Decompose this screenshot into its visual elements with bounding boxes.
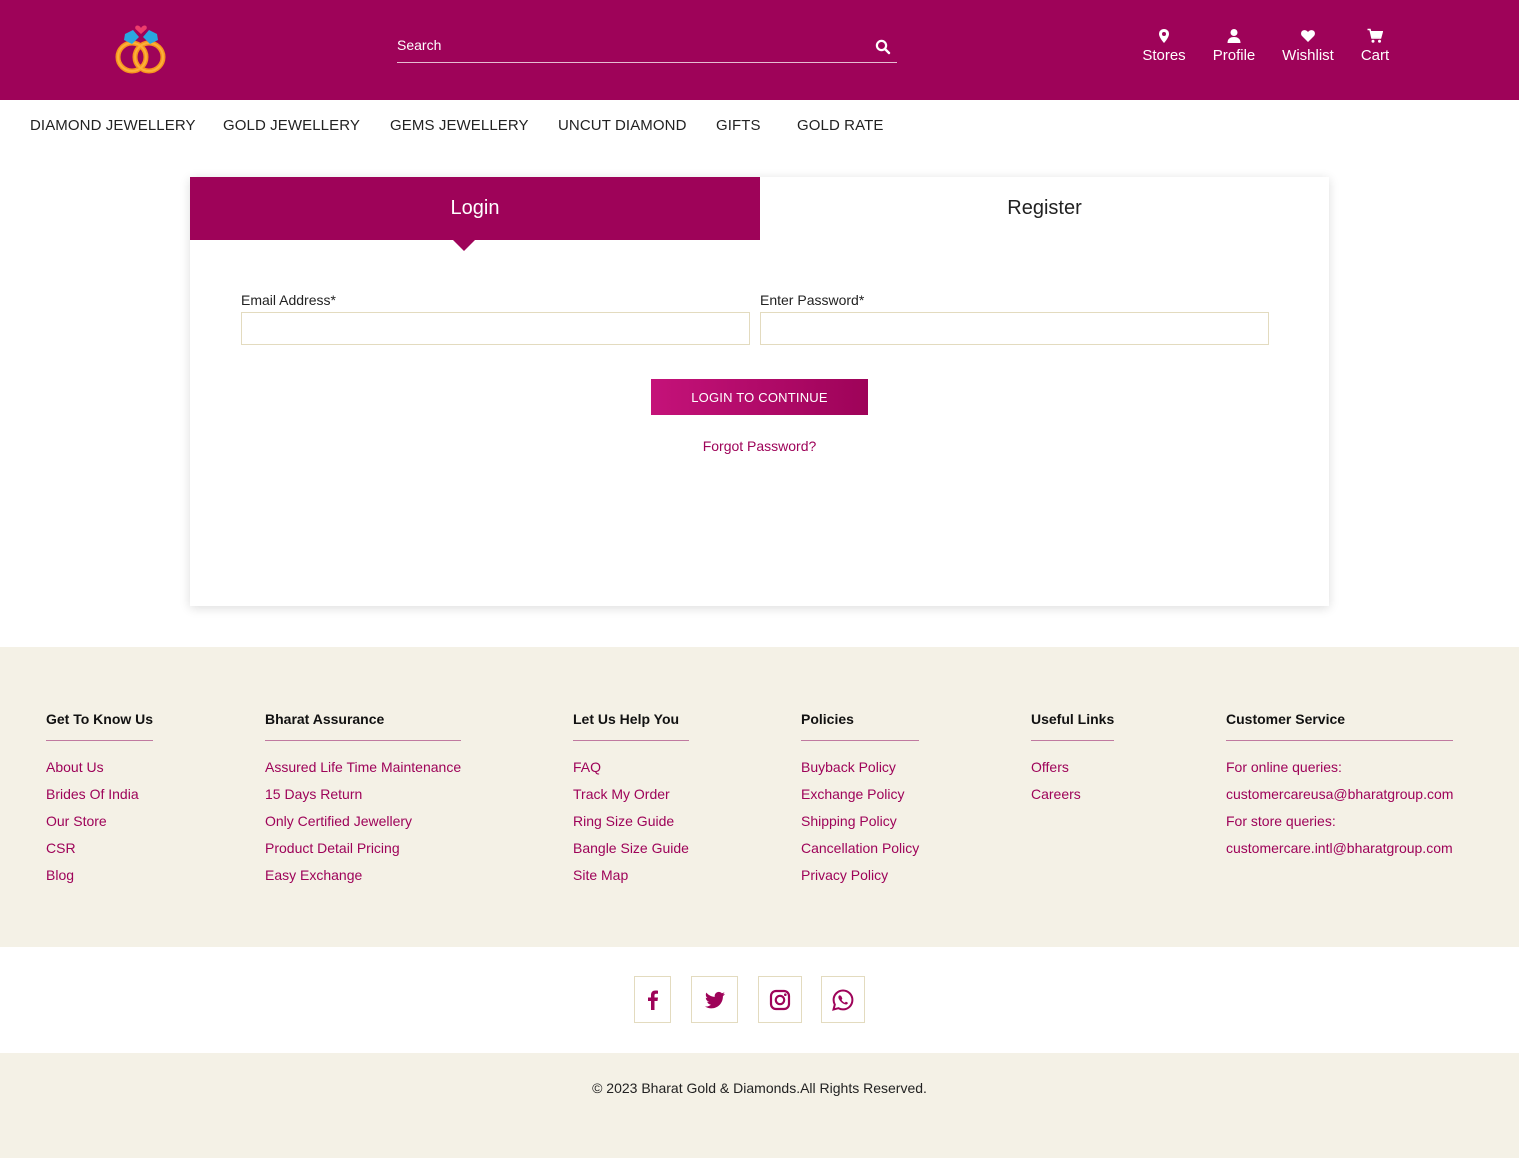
footer-col-customer-service: Customer Service For online queries: cus… [1226, 711, 1453, 862]
footer-col-bharat-assurance: Bharat Assurance Assured Life Time Maint… [265, 711, 461, 889]
nav-item-diamond-jewellery[interactable]: DIAMOND JEWELLERY [30, 117, 196, 134]
footer-link-15-days-return[interactable]: 15 Days Return [265, 781, 461, 808]
password-field[interactable] [760, 312, 1269, 345]
tab-login[interactable]: Login [190, 177, 760, 240]
instagram-button[interactable] [758, 976, 802, 1023]
tab-register[interactable]: Register [760, 177, 1329, 240]
nav-item-gems-jewellery[interactable]: GEMS JEWELLERY [390, 117, 529, 134]
search-input[interactable] [397, 34, 857, 56]
footer-col-policies: Policies Buyback Policy Exchange Policy … [801, 711, 919, 889]
brand-logo-rings-icon[interactable] [112, 22, 170, 78]
profile-label: Profile [1212, 47, 1256, 64]
footer-link-bangle-size-guide[interactable]: Bangle Size Guide [573, 835, 689, 862]
email-label: Email Address* [241, 292, 336, 308]
forgot-password-link: Forgot Password? [190, 438, 1329, 454]
footer-link-our-store[interactable]: Our Store [46, 808, 153, 835]
footer-link-buyback-policy[interactable]: Buyback Policy [801, 754, 919, 781]
footer-link-brides-of-india[interactable]: Brides Of India [46, 781, 153, 808]
footer-link-site-map[interactable]: Site Map [573, 862, 689, 889]
footer-col-useful-links: Useful Links Offers Careers [1031, 711, 1115, 808]
footer-link-shipping-policy[interactable]: Shipping Policy [801, 808, 919, 835]
site-footer: Get To Know Us About Us Brides Of India … [0, 647, 1519, 947]
nav-item-gold-rate[interactable]: GOLD RATE [797, 117, 883, 134]
footer-link-careers[interactable]: Careers [1031, 781, 1114, 808]
footer-link-ring-size-guide[interactable]: Ring Size Guide [573, 808, 689, 835]
profile-link[interactable]: Profile [1210, 28, 1258, 72]
footer-link-track-my-order[interactable]: Track My Order [573, 781, 689, 808]
footer-heading: Useful Links [1031, 711, 1115, 741]
search-icon[interactable] [875, 39, 891, 55]
cart-label: Cart [1360, 47, 1390, 64]
footer-link-product-detail-pricing[interactable]: Product Detail Pricing [265, 835, 461, 862]
whatsapp-icon [832, 988, 854, 1011]
wishlist-link[interactable]: Wishlist [1280, 28, 1336, 72]
footer-link-csr[interactable]: CSR [46, 835, 153, 862]
footer-link-lifetime-maintenance[interactable]: Assured Life Time Maintenance [265, 754, 461, 781]
nav-item-gifts[interactable]: GIFTS [716, 117, 761, 134]
footer-link-blog[interactable]: Blog [46, 862, 153, 889]
instagram-icon [769, 989, 791, 1010]
search-bar [397, 30, 897, 63]
footer-link-exchange-policy[interactable]: Exchange Policy [801, 781, 919, 808]
footer-heading: Bharat Assurance [265, 711, 461, 741]
facebook-icon [647, 990, 658, 1010]
cart-link[interactable]: Cart [1358, 28, 1392, 72]
site-header: Stores Profile Wishlist Cart [0, 0, 1519, 100]
stores-link[interactable]: Stores [1141, 28, 1187, 72]
footer-link-about-us[interactable]: About Us [46, 754, 153, 781]
footer-text-online-queries: For online queries: [1226, 759, 1342, 775]
map-pin-icon [1159, 29, 1169, 43]
auth-card: Login Register Email Address* Enter Pass… [190, 177, 1329, 606]
email-field[interactable] [241, 312, 750, 345]
copyright-text: © 2023 Bharat Gold & Diamonds.All Rights… [592, 1080, 927, 1096]
heart-icon [1301, 30, 1315, 42]
nav-item-gold-jewellery[interactable]: GOLD JEWELLERY [223, 117, 360, 134]
footer-link-faq[interactable]: FAQ [573, 754, 689, 781]
footer-heading: Policies [801, 711, 919, 741]
user-icon [1227, 29, 1241, 43]
footer-col-get-to-know-us: Get To Know Us About Us Brides Of India … [46, 711, 154, 889]
cart-icon [1367, 28, 1383, 43]
password-label: Enter Password* [760, 292, 865, 308]
footer-link-store-email[interactable]: customercare.intl@bharatgroup.com [1226, 835, 1453, 862]
footer-text-store-queries: For store queries: [1226, 813, 1336, 829]
active-tab-indicator [452, 239, 476, 251]
footer-link-online-email[interactable]: customercareusa@bharatgroup.com [1226, 781, 1453, 808]
twitter-icon [704, 991, 725, 1008]
stores-label: Stores [1142, 47, 1186, 64]
footer-link-offers[interactable]: Offers [1031, 754, 1114, 781]
forgot-password-label[interactable]: Forgot Password? [703, 438, 817, 454]
login-button[interactable]: LOGIN TO CONTINUE [651, 379, 868, 415]
main-nav: DIAMOND JEWELLERY GOLD JEWELLERY GEMS JE… [0, 100, 1519, 152]
facebook-button[interactable] [634, 976, 671, 1023]
footer-heading: Customer Service [1226, 711, 1453, 741]
footer-heading: Let Us Help You [573, 711, 689, 741]
footer-link-privacy-policy[interactable]: Privacy Policy [801, 862, 919, 889]
footer-col-let-us-help-you: Let Us Help You FAQ Track My Order Ring … [573, 711, 689, 889]
footer-link-certified-jewellery[interactable]: Only Certified Jewellery [265, 808, 461, 835]
twitter-button[interactable] [691, 976, 738, 1023]
copyright-bar: © 2023 Bharat Gold & Diamonds.All Rights… [0, 1053, 1519, 1158]
whatsapp-button[interactable] [821, 976, 865, 1023]
wishlist-label: Wishlist [1282, 47, 1334, 64]
footer-heading: Get To Know Us [46, 711, 154, 741]
footer-link-easy-exchange[interactable]: Easy Exchange [265, 862, 461, 889]
footer-link-cancellation-policy[interactable]: Cancellation Policy [801, 835, 919, 862]
social-bar [0, 947, 1519, 1053]
nav-item-uncut-diamond[interactable]: UNCUT DIAMOND [558, 117, 687, 134]
